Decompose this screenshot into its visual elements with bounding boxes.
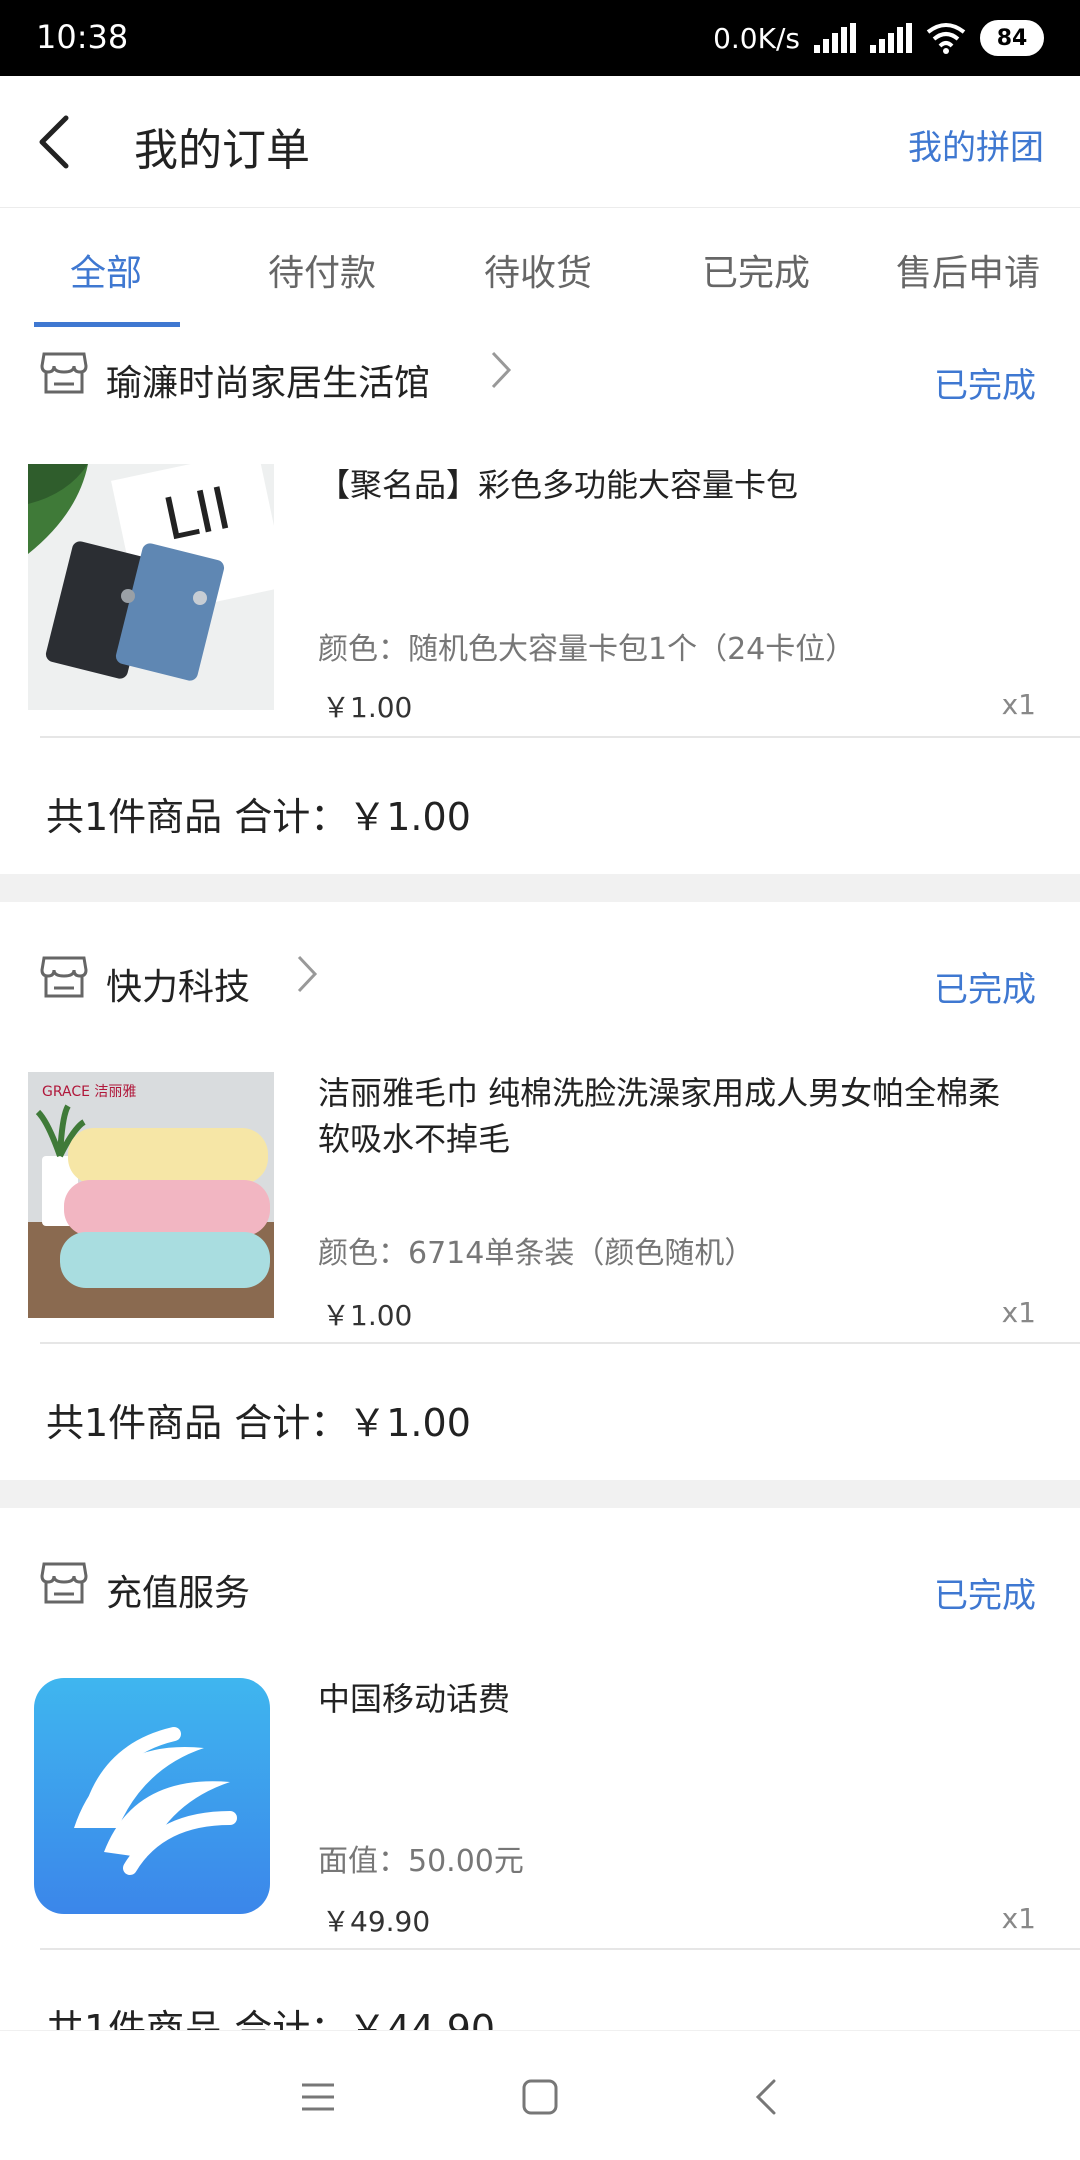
divider — [40, 1342, 1080, 1344]
order-status: 已完成 — [934, 1576, 1036, 1616]
active-tab-indicator — [34, 322, 180, 327]
tab-pending-receipt[interactable]: 待收货 — [484, 244, 592, 296]
order-card[interactable]: 充值服务 已完成 中国移动话费 面值：50.00元 ￥49.90 x1 共1件商… — [0, 1508, 1080, 2051]
order-separator — [0, 874, 1080, 902]
divider — [40, 736, 1080, 738]
china-mobile-logo[interactable] — [34, 1678, 270, 1914]
status-bar: 10:38 0.0K/s 84 — [0, 0, 1080, 76]
product-image[interactable]: LII — [28, 464, 274, 710]
page-title: 我的订单 — [134, 125, 310, 176]
nav-back-icon[interactable] — [738, 2067, 798, 2127]
order-status: 已完成 — [934, 366, 1036, 406]
product-spec: 颜色：6714单条装（颜色随机） — [318, 1236, 755, 1271]
my-group-buy-link[interactable]: 我的拼团 — [908, 120, 1044, 169]
product-name[interactable]: 洁丽雅毛巾 纯棉洗脸洗澡家用成人男女帕全棉柔软吸水不掉毛 — [318, 1070, 1030, 1162]
tab-after-sales[interactable]: 售后申请 — [896, 244, 1040, 296]
divider — [40, 1948, 1080, 1950]
chevron-right-icon — [294, 952, 320, 1000]
store-icon — [40, 350, 88, 400]
order-total: 共1件商品 合计：￥1.00 — [46, 795, 471, 839]
product-quantity: x1 — [1001, 688, 1036, 721]
status-time: 10:38 — [36, 18, 129, 56]
order-status: 已完成 — [934, 970, 1036, 1010]
order-total: 共1件商品 合计：￥1.00 — [46, 1401, 471, 1445]
shop-name: 充值服务 — [106, 1573, 251, 1614]
status-indicators: 0.0K/s 84 — [713, 16, 1044, 60]
page-header: 我的订单 我的拼团 — [0, 76, 1080, 208]
signal-icon — [814, 23, 856, 53]
product-price: ￥1.00 — [322, 691, 413, 724]
product-name[interactable]: 中国移动话费 — [318, 1676, 1030, 1722]
tab-completed[interactable]: 已完成 — [702, 244, 810, 296]
store-icon — [40, 1560, 88, 1610]
shop-name: 瑜濂时尚家居生活馆 — [106, 363, 431, 404]
shop-row[interactable]: 充值服务 已完成 — [0, 1538, 1080, 1658]
tab-pending-payment[interactable]: 待付款 — [268, 244, 376, 296]
menu-icon[interactable] — [288, 2067, 348, 2127]
shop-row[interactable]: 瑜濂时尚家居生活馆 已完成 — [0, 328, 1080, 448]
product-spec: 颜色：随机色大容量卡包1个（24卡位） — [318, 632, 856, 667]
chevron-right-icon — [488, 348, 514, 396]
system-nav-bar — [0, 2030, 1080, 2160]
order-separator — [0, 1480, 1080, 1508]
product-price: ￥49.90 — [322, 1905, 431, 1938]
product-price: ￥1.00 — [322, 1299, 413, 1332]
product-image[interactable]: GRACE 洁丽雅 — [28, 1072, 274, 1318]
battery-indicator: 84 — [980, 20, 1044, 56]
network-speed: 0.0K/s — [713, 21, 800, 55]
store-icon — [40, 954, 88, 1004]
product-spec: 面值：50.00元 — [318, 1844, 524, 1879]
wifi-icon — [926, 22, 966, 54]
shop-row[interactable]: 快力科技 已完成 — [0, 932, 1080, 1052]
back-arrow-icon[interactable] — [28, 112, 88, 172]
product-name[interactable]: 【聚名品】彩色多功能大容量卡包 — [318, 462, 1030, 508]
brand-logo-text: GRACE 洁丽雅 — [42, 1084, 136, 1100]
product-quantity: x1 — [1001, 1902, 1036, 1935]
signal-icon-2 — [870, 23, 912, 53]
tab-all[interactable]: 全部 — [70, 244, 142, 296]
order-card[interactable]: 快力科技 已完成 GRACE 洁丽雅 洁丽雅毛巾 纯棉洗脸洗澡家用成人男女帕全棉… — [0, 902, 1080, 1480]
order-tabs: 全部 待付款 待收货 已完成 售后申请 — [0, 208, 1080, 328]
image-text: LII — [157, 474, 236, 554]
order-card[interactable]: 瑜濂时尚家居生活馆 已完成 LII 【聚名品】彩色多功能大容量卡包 颜色：随机色… — [0, 328, 1080, 874]
product-quantity: x1 — [1001, 1296, 1036, 1329]
home-square-icon[interactable] — [510, 2067, 570, 2127]
shop-name: 快力科技 — [106, 967, 251, 1008]
